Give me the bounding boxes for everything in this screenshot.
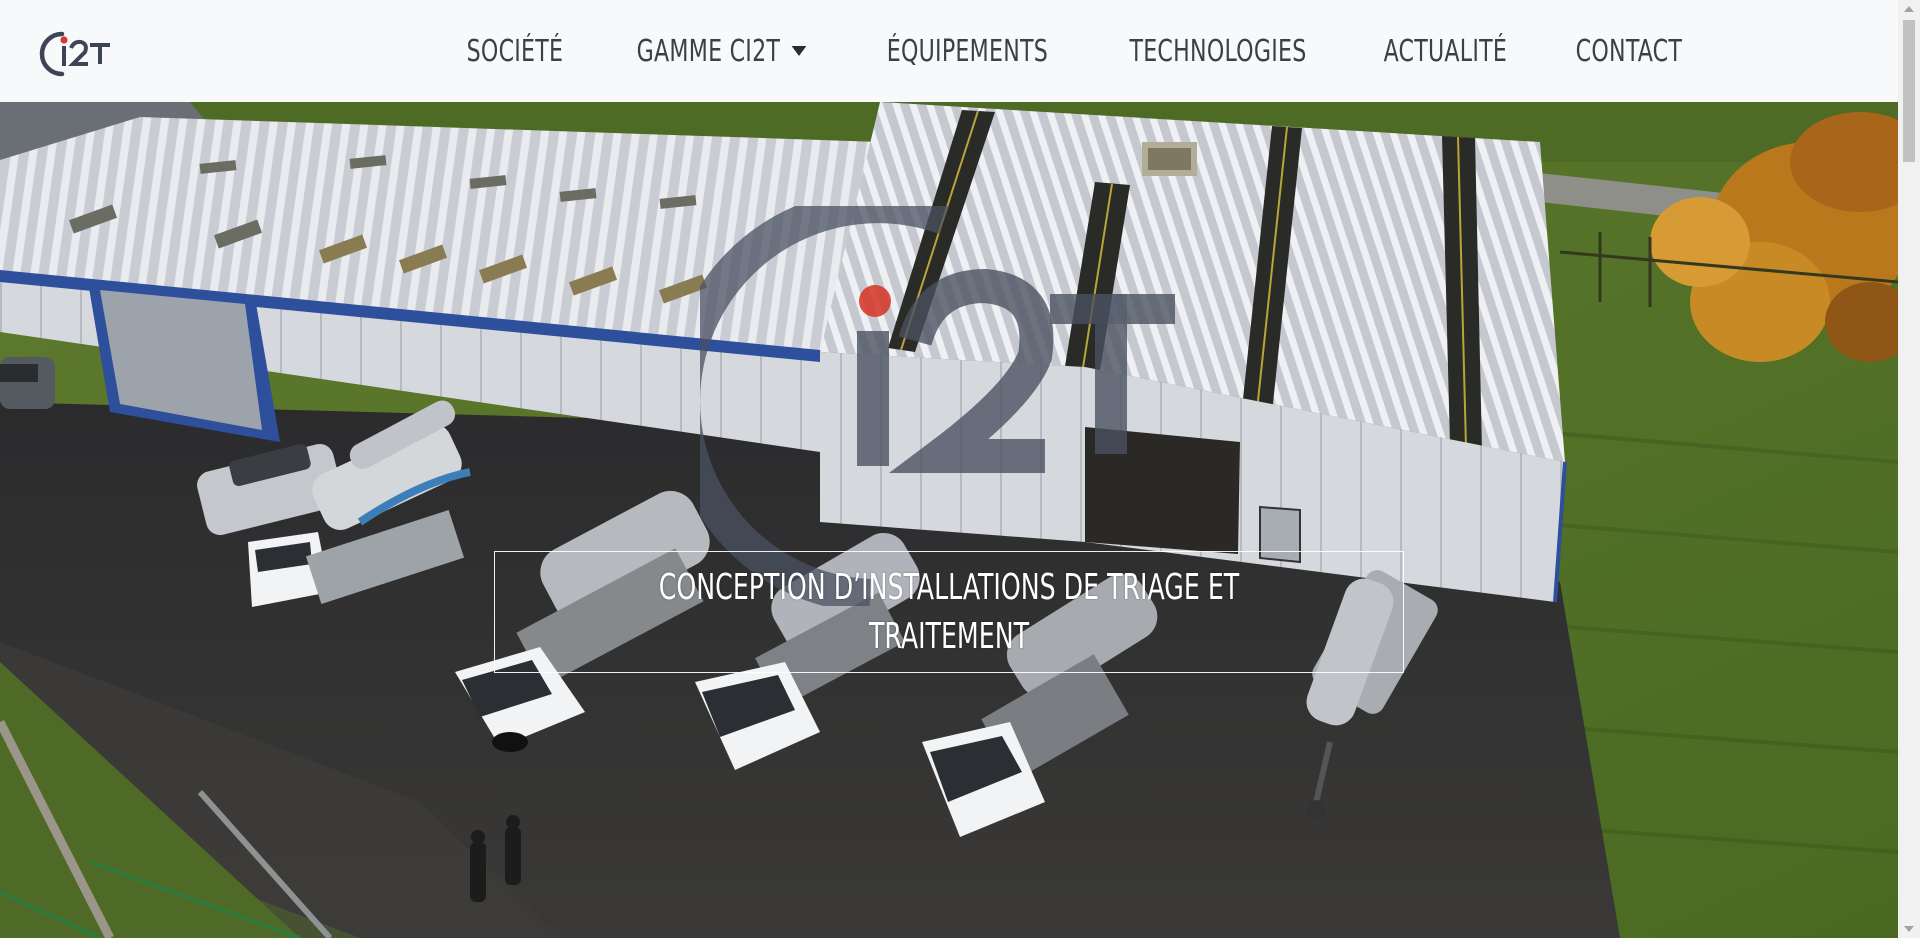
nav-item-technologies[interactable]: TECHNOLOGIES <box>1111 34 1324 69</box>
nav-item-label: ACTUALITÉ <box>1383 33 1507 69</box>
scroll-down-arrow-icon[interactable] <box>1904 926 1914 932</box>
main-nav: SOCIÉTÉ GAMME CI2T ÉQUIPEMENTS TECHNOLOG… <box>434 0 1716 102</box>
nav-item-label: SOCIÉTÉ <box>466 33 564 69</box>
scrollbar-thumb[interactable] <box>1903 20 1915 162</box>
nav-item-label: CONTACT <box>1575 33 1683 69</box>
nav-item-societe[interactable]: SOCIÉTÉ <box>448 34 581 69</box>
nav-item-gamme-ci2t[interactable]: GAMME CI2T <box>618 34 824 69</box>
vertical-scrollbar[interactable] <box>1898 0 1920 938</box>
page: SOCIÉTÉ GAMME CI2T ÉQUIPEMENTS TECHNOLOG… <box>0 0 1920 938</box>
nav-item-label: TECHNOLOGIES <box>1128 33 1307 69</box>
scroll-up-arrow-icon[interactable] <box>1904 6 1914 12</box>
nav-item-contact[interactable]: CONTACT <box>1558 34 1701 69</box>
navbar: SOCIÉTÉ GAMME CI2T ÉQUIPEMENTS TECHNOLOG… <box>0 0 1898 102</box>
hero-section: CONCEPTION D’INSTALLATIONS DE TRIAGE ET … <box>0 102 1898 938</box>
nav-item-label: GAMME CI2T <box>636 33 780 69</box>
nav-item-actualite[interactable]: ACTUALITÉ <box>1365 34 1525 69</box>
hero-caption: CONCEPTION D’INSTALLATIONS DE TRIAGE ET … <box>658 567 1240 657</box>
ci2t-logo-icon <box>39 31 110 77</box>
brand-logo[interactable] <box>38 26 116 78</box>
nav-item-label: ÉQUIPEMENTS <box>886 33 1048 69</box>
nav-item-equipements[interactable]: ÉQUIPEMENTS <box>868 34 1065 69</box>
ci2t-watermark-logo-icon <box>700 206 1175 606</box>
caret-down-icon <box>791 46 807 56</box>
hero-caption-box: CONCEPTION D’INSTALLATIONS DE TRIAGE ET … <box>494 551 1404 673</box>
